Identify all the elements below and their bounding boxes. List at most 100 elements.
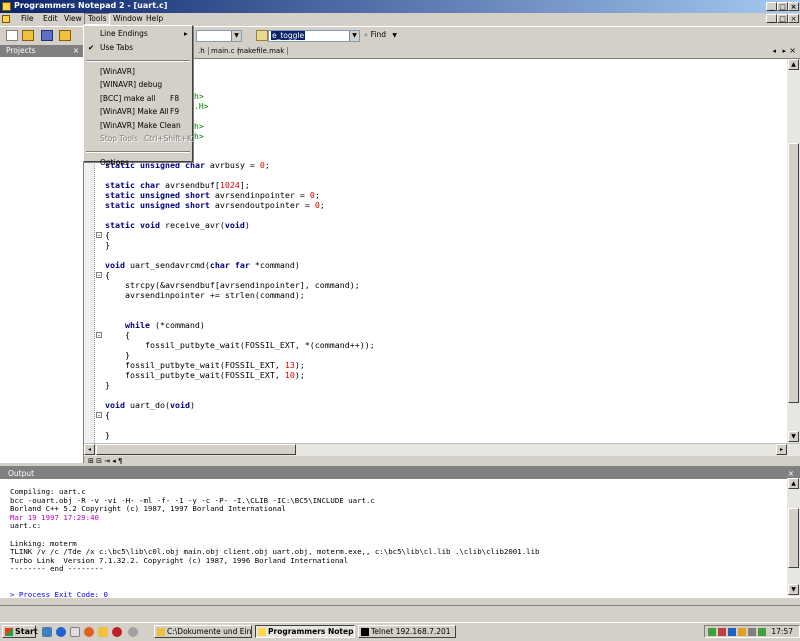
doc-minimize-button[interactable]: _ xyxy=(766,14,777,23)
code-line[interactable]: fossil_putbyte_wait(FOSSIL_EXT, 13); xyxy=(105,360,305,370)
output-line[interactable]: -------- end -------- xyxy=(10,564,103,574)
open-folder-icon[interactable] xyxy=(22,30,34,41)
tray-volume-icon[interactable] xyxy=(748,628,756,636)
editor-vertical-scrollbar[interactable]: ▲ ▼ xyxy=(787,59,800,443)
binoculars-icon[interactable] xyxy=(256,30,268,41)
menu-item-winavr-make-all[interactable]: [WinAVR] Make All F9 xyxy=(84,106,192,118)
task-pn2[interactable]: Programmers Notepad... xyxy=(255,625,355,638)
tray-app-icon[interactable] xyxy=(758,628,766,636)
start-button[interactable]: Start xyxy=(2,625,38,638)
projects-close-icon[interactable]: × xyxy=(73,45,79,57)
minimize-button[interactable]: _ xyxy=(766,2,777,11)
tray-app-icon[interactable] xyxy=(728,628,736,636)
new-file-icon[interactable] xyxy=(6,30,18,41)
scroll-up-icon[interactable]: ▲ xyxy=(788,478,799,489)
tab-makefile[interactable]: makefile.mak xyxy=(234,47,289,55)
code-line[interactable]: { xyxy=(105,230,110,240)
code-line[interactable]: { xyxy=(105,410,110,420)
clock[interactable]: 17:57 xyxy=(771,627,793,636)
code-line[interactable]: } xyxy=(105,380,110,390)
menu-item-options[interactable]: Options xyxy=(84,157,192,169)
scroll-thumb[interactable] xyxy=(788,508,799,568)
search-combo[interactable]: e_toggle ▼ xyxy=(268,30,360,42)
code-line[interactable]: { xyxy=(105,270,110,280)
fold-marker[interactable]: - xyxy=(96,232,102,239)
menu-window[interactable]: Window xyxy=(110,14,146,23)
code-line[interactable]: strcpy(&avrsendbuf[avrsendinpointer], co… xyxy=(105,280,360,290)
output-line[interactable]: uart.c: xyxy=(10,521,41,531)
find-dropdown-icon[interactable]: ▼ xyxy=(392,32,397,39)
fold-marker[interactable]: - xyxy=(96,272,102,279)
ie-icon[interactable] xyxy=(56,627,66,637)
output-text[interactable]: Compiling: uart.c bcc -ouart.obj -R -v -… xyxy=(10,487,540,600)
chevron-down-icon[interactable]: ▼ xyxy=(231,31,241,41)
code-line[interactable]: static unsigned short avrsendinpointer =… xyxy=(105,190,320,200)
tray-antivirus-icon[interactable] xyxy=(718,628,726,636)
doc-restore-button[interactable]: □ xyxy=(777,14,788,23)
scroll-down-icon[interactable]: ▼ xyxy=(788,431,799,442)
save-icon[interactable] xyxy=(41,30,53,41)
scroll-up-icon[interactable]: ▲ xyxy=(788,59,799,70)
fold-marker[interactable]: - xyxy=(96,332,102,339)
menu-item-bcc-make-all[interactable]: [BCC] make all F8 xyxy=(84,93,192,105)
app-icon[interactable] xyxy=(2,2,11,11)
scroll-right-icon[interactable]: ▸ xyxy=(776,444,787,455)
menu-file[interactable]: File xyxy=(18,14,37,23)
scroll-thumb[interactable] xyxy=(788,143,799,403)
firefox-icon[interactable] xyxy=(84,627,94,637)
tray-network-icon[interactable] xyxy=(708,628,716,636)
search-value[interactable]: e_toggle xyxy=(271,31,306,40)
code-line[interactable]: fossil_putbyte_wait(FOSSIL_EXT, 10); xyxy=(105,370,305,380)
tab-header[interactable]: .h xyxy=(195,47,209,55)
title-bar[interactable]: Programmers Notepad 2 - [uart.c] _ □ × xyxy=(0,0,800,13)
tab-scroll-right-icon[interactable]: ▸ xyxy=(782,47,786,55)
media-icon[interactable] xyxy=(128,627,138,637)
folder-icon[interactable] xyxy=(98,627,108,637)
find-button[interactable]: ⌕ Find ▼ xyxy=(364,30,397,40)
code-line[interactable]: void uart_sendavrcmd(char far *command) xyxy=(105,260,300,270)
scroll-left-icon[interactable]: ◂ xyxy=(84,444,95,455)
fold-marker[interactable]: - xyxy=(96,412,102,419)
tab-close-icon[interactable]: × xyxy=(789,46,796,55)
code-line[interactable]: { xyxy=(105,330,130,340)
editor-horizontal-scrollbar[interactable]: ◂ ▸ xyxy=(84,443,800,456)
menu-item-winavr-debug[interactable]: [WINAVR] debug xyxy=(84,79,192,91)
menu-item-line-endings[interactable]: Line Endings ▸ xyxy=(84,28,192,40)
code-line[interactable]: void uart_do(void) xyxy=(105,400,195,410)
code-line[interactable]: avrsendinpointer += strlen(command); xyxy=(105,290,305,300)
desktop-icon[interactable] xyxy=(42,627,52,637)
code-line[interactable]: while (*command) xyxy=(105,320,205,330)
maximize-button[interactable]: □ xyxy=(777,2,788,11)
chevron-down-icon[interactable]: ▼ xyxy=(349,31,359,41)
tray-app-icon[interactable] xyxy=(738,628,746,636)
code-line[interactable]: static unsigned short avrsendoutpointer … xyxy=(105,200,325,210)
menu-item-winavr[interactable]: [WinAVR] xyxy=(84,66,192,78)
menu-edit[interactable]: Edit xyxy=(40,14,61,23)
scheme-select[interactable]: ▼ xyxy=(196,30,242,42)
code-line[interactable]: } xyxy=(105,430,110,440)
menu-view[interactable]: View xyxy=(61,14,85,23)
code-text[interactable]: static unsigned char avrbusy = 0; static… xyxy=(105,160,375,440)
code-line[interactable]: static char avrsendbuf[1024]; xyxy=(105,180,250,190)
task-explorer[interactable]: C:\Dokumente und Einst... xyxy=(154,625,252,638)
code-line[interactable]: } xyxy=(105,350,130,360)
menu-item-winavr-make-clean[interactable]: [WinAVR] Make Clean xyxy=(84,120,192,132)
doc-close-button[interactable]: × xyxy=(788,14,799,23)
code-line[interactable]: } xyxy=(105,240,110,250)
document-icon[interactable] xyxy=(2,15,10,23)
output-scrollbar[interactable]: ▲ ▼ xyxy=(787,478,800,596)
explorer-icon[interactable] xyxy=(70,627,80,637)
menu-tools[interactable]: Tools xyxy=(84,13,111,25)
hscroll-thumb[interactable] xyxy=(96,444,296,455)
view-icons[interactable]: ⊞ ⊟ ⇥ ◂ ¶ xyxy=(88,457,122,465)
code-line[interactable]: static void receive_avr(void) xyxy=(105,220,250,230)
tab-scroll-left-icon[interactable]: ◂ xyxy=(772,47,776,55)
menu-item-use-tabs[interactable]: ✔ Use Tabs xyxy=(84,42,192,54)
code-line[interactable]: fossil_putbyte_wait(FOSSIL_EXT, *(comman… xyxy=(105,340,375,350)
menu-help[interactable]: Help xyxy=(143,14,166,23)
opera-icon[interactable] xyxy=(112,627,122,637)
output-line[interactable]: > Process Exit Code: 0 xyxy=(10,590,108,599)
task-telnet[interactable]: Telnet 192.168.7.201 xyxy=(358,625,456,638)
save-all-icon[interactable] xyxy=(59,30,71,41)
scroll-down-icon[interactable]: ▼ xyxy=(788,584,799,595)
